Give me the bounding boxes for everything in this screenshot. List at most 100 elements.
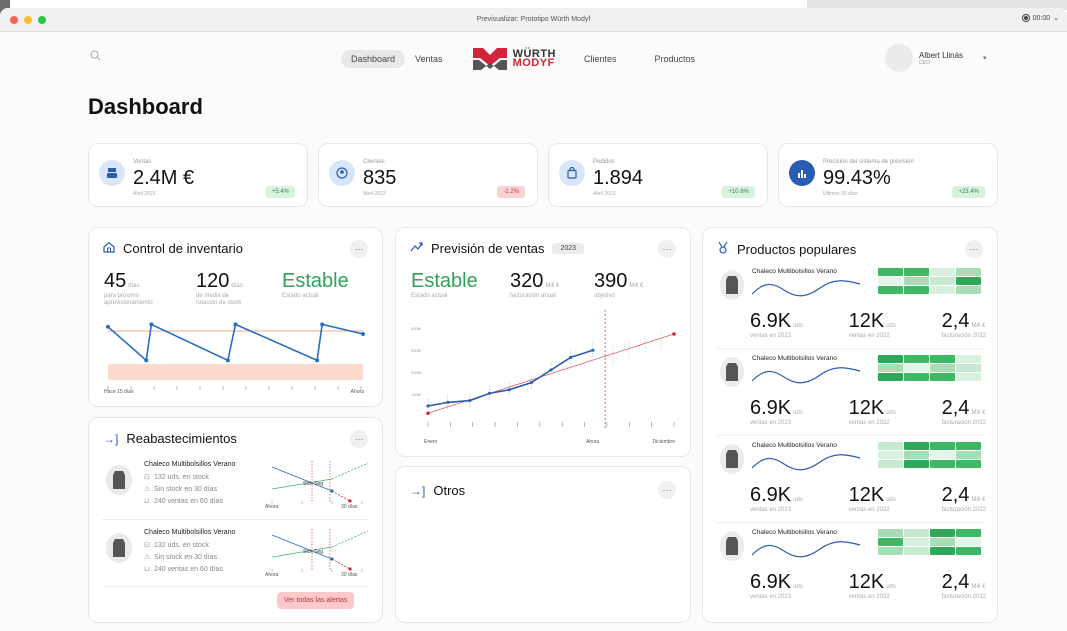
nav-dashboard[interactable]: Dashboard [341,50,406,68]
kpi-period: Abril 2023 [593,191,616,197]
box-icon: ⊡ [144,474,150,481]
kpi-ventas[interactable]: Ventas 2.4M € Abril 2023 +5.4% [88,143,308,207]
nav-ventas[interactable]: Ventas [405,50,453,68]
more-options-button[interactable]: ··· [658,240,676,258]
box-icon: ⊡ [144,542,150,549]
popular-product-item[interactable]: Chaleco Multibolsillos Verano 6.9K uds vent… [714,442,986,528]
heatmap-cell [904,277,929,285]
stat-facturacion-2022: 2,4 Mill € facturación 2022 [941,571,986,600]
x-label-start: Enero [424,439,438,445]
prevision-card: Previsión de ventas 2023 ··· Estable Est… [395,227,691,457]
restock-item[interactable]: Chaleco Multibolsillos Verano ⊡ 132 uds. … [102,461,369,523]
kpi-value: 99.43% [823,167,891,189]
stock-point [361,332,365,336]
wurth-modyf-logo[interactable]: WÜRTH MODYF [471,46,556,72]
heatmap-cell [878,286,903,294]
logo-mark-icon [472,48,507,70]
heatmap-cell [930,547,955,555]
warning-icon: ⚠ [144,554,151,561]
heatmap-cell [904,451,929,459]
view-all-alerts-button[interactable]: Ver todas las alertas [277,592,355,609]
stockout-point [348,499,352,503]
prevision-chart: 400M 300M 200M 100M [411,310,676,430]
minimize-window-button[interactable] [24,16,32,24]
heatmap-cell [930,451,955,459]
current-stock-point [330,489,334,493]
stock-point [315,358,320,363]
kpi-change-badge: +10.6% [722,186,755,198]
heatmap-cell [904,442,929,450]
bag-icon [559,160,585,186]
heatmap-cell [956,442,981,450]
kpi-period: Abril 2023 [133,191,156,197]
stat-ventas-2022: 12K uds ventas en 2022 [848,484,896,513]
stat-estado: Estable Estado actual [411,270,478,299]
title-bar: Previsualizar: Prototipo Würth Modyf 00:… [0,8,1067,32]
year-selector[interactable]: 2023 [552,243,585,254]
heatmap-cell [904,529,929,537]
kpi-change-badge: +5.4% [265,186,295,198]
user-menu[interactable]: Albert Llinás CEO ▾ [885,44,987,72]
restock-item[interactable]: Chaleco Multibolsillos Verano ⊡ 132 uds. … [102,529,369,591]
kpi-value: 2.4M € [133,167,195,189]
heatmap-cell [930,286,955,294]
main-nav: Dashboard Ventas WÜRTH MODYF Clientes Pr… [341,46,705,72]
medal-icon [717,241,729,257]
user-circle-icon [329,160,355,186]
user-name: Albert Llinás [919,50,964,60]
stock-line: ⊡ 132 uds. en stock [144,542,209,549]
kpi-clientes[interactable]: Clientes 835 Abril 2023 -1.2% [318,143,538,207]
search-icon[interactable] [90,50,101,64]
more-options-button[interactable]: ··· [965,240,983,258]
cart-icon: ⊔ [144,498,150,505]
stock-point [320,322,325,327]
divider [102,586,368,587]
stock-line: ⊡ 132 uds. en stock [144,474,209,481]
heatmap-cell [904,355,929,363]
more-options-button[interactable]: ··· [658,481,676,499]
heatmap-cell [956,529,981,537]
nav-productos[interactable]: Productos [645,50,706,68]
nav-clientes[interactable]: Clientes [574,50,627,68]
heatmap-cell [956,547,981,555]
popular-product-item[interactable]: Chaleco Multibolsillos Verano 6.9K uds vent… [714,268,986,354]
product-thumbnail [720,531,744,561]
sin-stock-line: ⚠ Sin stock en 30 días [144,554,218,561]
home-icon [103,241,115,256]
ventas-line: ⊔ 240 ventas en 60 días [144,498,223,505]
popular-product-item[interactable]: Chaleco Multibolsillos Verano 6.9K uds vent… [714,355,986,441]
heatmap-cell [878,460,903,468]
maximize-window-button[interactable] [38,16,46,24]
product-name: Chaleco Multibolsillos Verano [752,268,837,275]
heatmap-cell [956,460,981,468]
bar-chart-icon [789,160,815,186]
more-options-button[interactable]: ··· [350,240,368,258]
heatmap-cell [904,547,929,555]
close-window-button[interactable] [10,16,18,24]
divider [102,519,368,520]
page-title: Dashboard [88,94,203,119]
x-label-start: Ahora [265,504,279,510]
product-thumbnail [106,533,132,563]
heatmap-cell [878,451,903,459]
heatmap-cell [930,460,955,468]
heatmap-cell [930,277,955,285]
heatmap-cell [904,364,929,372]
y-tick-label: 400M [411,326,421,331]
trend-end-point [672,332,676,336]
popular-product-item[interactable]: Chaleco Multibolsillos Verano 6.9K uds vent… [714,529,986,615]
stock-point [106,324,110,329]
kpi-pedidos[interactable]: Pedidos 1.894 Abril 2023 +10.6% [548,143,768,207]
heatmap-cell [878,364,903,372]
heatmap-cell [930,268,955,276]
stock-point [233,322,238,327]
heatmap-cell [956,373,981,381]
kpi-precision[interactable]: Precisión del sistema de previsión 99.43… [778,143,998,207]
record-icon [1021,14,1030,22]
more-options-button[interactable]: ··· [350,430,368,448]
x-label-mid: Ahora [586,439,600,445]
sales-sparkline [751,280,861,297]
stat-objetivo: 390 Mill € objetivo [594,270,644,299]
recording-indicator[interactable]: 00:00 ⌄ [1021,14,1059,22]
stat-ventas-2022: 12K uds ventas en 2022 [848,571,896,600]
